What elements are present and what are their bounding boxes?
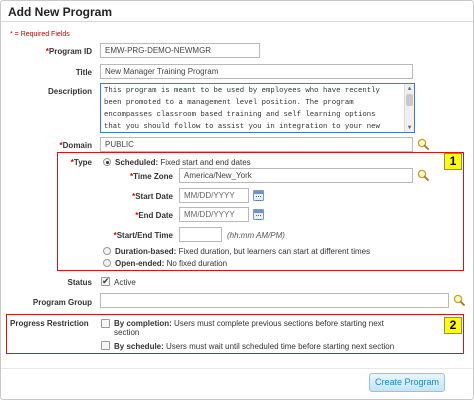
type-open-ended-radio[interactable]: [103, 259, 111, 267]
type-label: *Type: [70, 158, 92, 167]
domain-search-icon[interactable]: [417, 138, 429, 150]
domain-input[interactable]: PUBLIC: [100, 137, 413, 152]
description-line: that you should follow to assist you in …: [104, 123, 380, 131]
type-duration-option: Duration-based: Fixed duration, but lear…: [115, 247, 371, 256]
end-date-label: *End Date: [135, 211, 173, 220]
status-active-label: Active: [114, 278, 136, 287]
type-scheduled-radio[interactable]: [103, 158, 111, 166]
by-schedule-option: By schedule: Users must wait until sched…: [114, 342, 395, 351]
program-group-search-icon[interactable]: [453, 294, 465, 306]
title-input[interactable]: New Manager Training Program: [100, 64, 413, 79]
by-schedule-checkbox[interactable]: [101, 341, 110, 350]
progress-restriction-label: Progress Restriction: [10, 319, 89, 328]
program-id-input[interactable]: EMW-PRG-DEMO-NEWMGR: [100, 43, 260, 58]
panel-header: Add New Program: [1, 1, 473, 22]
status-label: Status: [67, 278, 92, 287]
end-date-calendar-icon[interactable]: [253, 209, 264, 220]
by-completion-option-continued: section: [114, 328, 140, 337]
type-scheduled-option: Scheduled: Fixed start and end dates: [115, 158, 251, 167]
description-line: encompasses classroom based training and…: [104, 111, 376, 119]
program-group-input[interactable]: [100, 293, 449, 308]
checkmark-icon: ✔: [102, 276, 110, 286]
start-end-time-label: *Start/End Time: [113, 231, 173, 240]
program-group-label: Program Group: [32, 298, 92, 307]
by-completion-checkbox[interactable]: [101, 319, 110, 328]
scroll-thumb[interactable]: [406, 94, 413, 106]
description-scrollbar[interactable]: ▲ ▼: [404, 84, 414, 132]
time-zone-search-icon[interactable]: [417, 169, 429, 181]
start-end-time-input[interactable]: [179, 227, 222, 242]
start-date-label: *Start Date: [132, 192, 173, 201]
callout-badge-2: 2: [444, 317, 462, 334]
scroll-up-icon[interactable]: ▲: [406, 85, 413, 92]
type-duration-radio[interactable]: [103, 247, 111, 255]
title-label: Title: [75, 68, 92, 77]
by-completion-option: By completion: Users must complete previ…: [114, 319, 384, 328]
description-textarea[interactable]: This program is meant to be used by empl…: [100, 83, 415, 133]
end-date-input[interactable]: MM/DD/YYYY: [179, 207, 249, 222]
create-program-button[interactable]: Create Program: [369, 373, 445, 392]
time-zone-input[interactable]: America/New_York: [179, 168, 413, 183]
footer-divider: [1, 368, 473, 369]
add-program-panel: Add New Program * = Required Fields *Pro…: [0, 0, 474, 400]
time-zone-label: *Time Zone: [130, 172, 173, 181]
page-title: Add New Program: [8, 5, 113, 19]
description-line: been promoted to a management level posi…: [104, 99, 354, 107]
required-fields-note: * = Required Fields: [10, 31, 70, 38]
type-open-ended-option: Open-ended: No fixed duration: [115, 259, 228, 268]
description-label: Description: [47, 87, 92, 96]
status-active-checkbox[interactable]: ✔: [101, 277, 110, 286]
callout-badge-1: 1: [444, 153, 462, 170]
start-date-input[interactable]: MM/DD/YYYY: [179, 188, 249, 203]
start-date-calendar-icon[interactable]: [253, 190, 264, 201]
domain-label: *Domain: [59, 141, 92, 150]
description-line: This program is meant to be used by empl…: [104, 87, 380, 95]
time-format-hint: (hh:mm AM/PM): [227, 231, 285, 240]
scroll-down-icon[interactable]: ▼: [406, 124, 413, 131]
program-id-label: *Program ID: [45, 47, 92, 56]
